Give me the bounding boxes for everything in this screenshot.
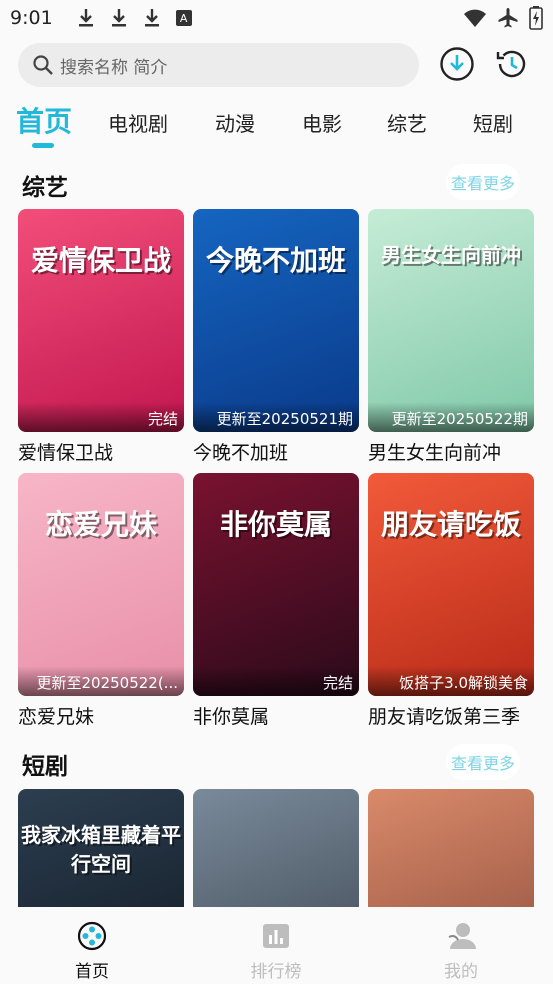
poster-title-art: 我家冰箱里藏着平行空间 (21, 823, 181, 876)
download-icon (75, 6, 97, 30)
tab-active-indicator (32, 143, 54, 148)
history-button[interactable] (494, 46, 530, 82)
status-bar: 9:01 A (0, 0, 553, 36)
nav-ranking-label: 排行榜 (250, 962, 302, 982)
nav-profile[interactable]: 我的 (421, 921, 501, 982)
tab-short-drama[interactable]: 短剧 (473, 108, 513, 137)
poster-title-art: 恋爱兄妹 (44, 508, 157, 541)
poster-name[interactable]: 今晚不加班 (193, 438, 359, 465)
variety-more-button[interactable]: 查看更多 (446, 164, 520, 200)
nav-home[interactable]: 首页 (52, 921, 132, 982)
search-icon (33, 55, 53, 75)
film-reel-icon (77, 921, 107, 951)
poster-card[interactable]: 恋爱兄妹 更新至20250522(... 恋爱兄妹 (18, 473, 184, 729)
tab-movies[interactable]: 电影 (302, 108, 342, 137)
episode-badge: 完结 (18, 402, 184, 432)
download-icon (141, 6, 163, 30)
episode-badge: 更新至20250522期 (368, 402, 534, 432)
poster-image[interactable]: 朋友请吃饭饭搭子3.0解锁美食 (368, 473, 534, 696)
download-icon (108, 6, 130, 30)
poster-name[interactable]: 朋友请吃饭第三季 (368, 702, 534, 729)
nav-profile-label: 我的 (444, 962, 478, 982)
category-tabs: 首页 电视剧 动漫 电影 综艺 短剧 (0, 100, 553, 150)
poster-card[interactable]: 爱情保卫战 完结 爱情保卫战 (18, 209, 184, 465)
poster-image[interactable]: 恋爱兄妹更新至20250522(... (18, 473, 184, 696)
tab-variety[interactable]: 综艺 (387, 108, 427, 137)
poster-image[interactable]: 男生女生向前冲更新至20250522期 (368, 209, 534, 432)
search-input[interactable]: 搜索名称 简介 (18, 43, 419, 87)
status-time: 9:01 (10, 7, 53, 29)
nav-home-label: 首页 (75, 962, 109, 982)
chart-icon (263, 924, 289, 948)
airplane-icon (498, 8, 518, 28)
poster-card[interactable]: 非你莫属 完结 非你莫属 (193, 473, 359, 729)
episode-badge: 更新至20250521期 (193, 402, 359, 432)
poster-title-art: 男生女生向前冲 (381, 243, 521, 267)
search-placeholder: 搜索名称 简介 (60, 57, 168, 78)
poster-name[interactable]: 男生女生向前冲 (368, 438, 534, 465)
short-drama-more-button[interactable]: 查看更多 (446, 744, 520, 780)
tab-anime[interactable]: 动漫 (215, 108, 255, 137)
section-title-variety: 综艺 (22, 175, 68, 201)
poster-name[interactable]: 爱情保卫战 (18, 438, 184, 465)
wifi-icon (464, 9, 486, 27)
tab-home[interactable]: 首页 (16, 100, 72, 140)
user-icon (448, 923, 476, 949)
poster-card[interactable]: 男生女生向前冲 更新至20250522期 男生女生向前冲 (368, 209, 534, 465)
download-button[interactable] (439, 46, 475, 82)
poster-title-art: 非你莫属 (219, 508, 332, 541)
poster-card[interactable]: 朋友请吃饭饭搭子3.0解锁美食 朋友请吃饭第三季 (368, 473, 534, 729)
poster-title-art: 今晚不加班 (205, 244, 346, 277)
poster-image[interactable]: 今晚不加班更新至20250521期 (193, 209, 359, 432)
episode-badge: 完结 (193, 666, 359, 696)
nav-ranking[interactable]: 排行榜 (236, 921, 316, 982)
battery-icon (529, 6, 543, 30)
section-title-short-drama: 短剧 (22, 754, 68, 780)
poster-image[interactable]: 爱情保卫战 完结 (18, 209, 184, 432)
poster-card[interactable]: 今晚不加班 更新至20250521期 今晚不加班 (193, 209, 359, 465)
episode-badge: 饭搭子3.0解锁美食 (368, 666, 534, 696)
tab-tv-series[interactable]: 电视剧 (108, 108, 168, 137)
a-notification-icon: A (175, 10, 192, 26)
poster-title-art: 爱情保卫战 (30, 244, 171, 277)
episode-badge: 更新至20250522(... (18, 666, 184, 696)
poster-name[interactable]: 非你莫属 (193, 702, 359, 729)
bottom-navigation: 首页 排行榜 我的 (0, 907, 553, 984)
poster-title-art: 朋友请吃饭 (380, 508, 521, 541)
poster-image[interactable]: 非你莫属 完结 (193, 473, 359, 696)
poster-name[interactable]: 恋爱兄妹 (18, 702, 184, 729)
download-circle-icon (440, 47, 474, 81)
history-clock-icon (496, 50, 526, 78)
